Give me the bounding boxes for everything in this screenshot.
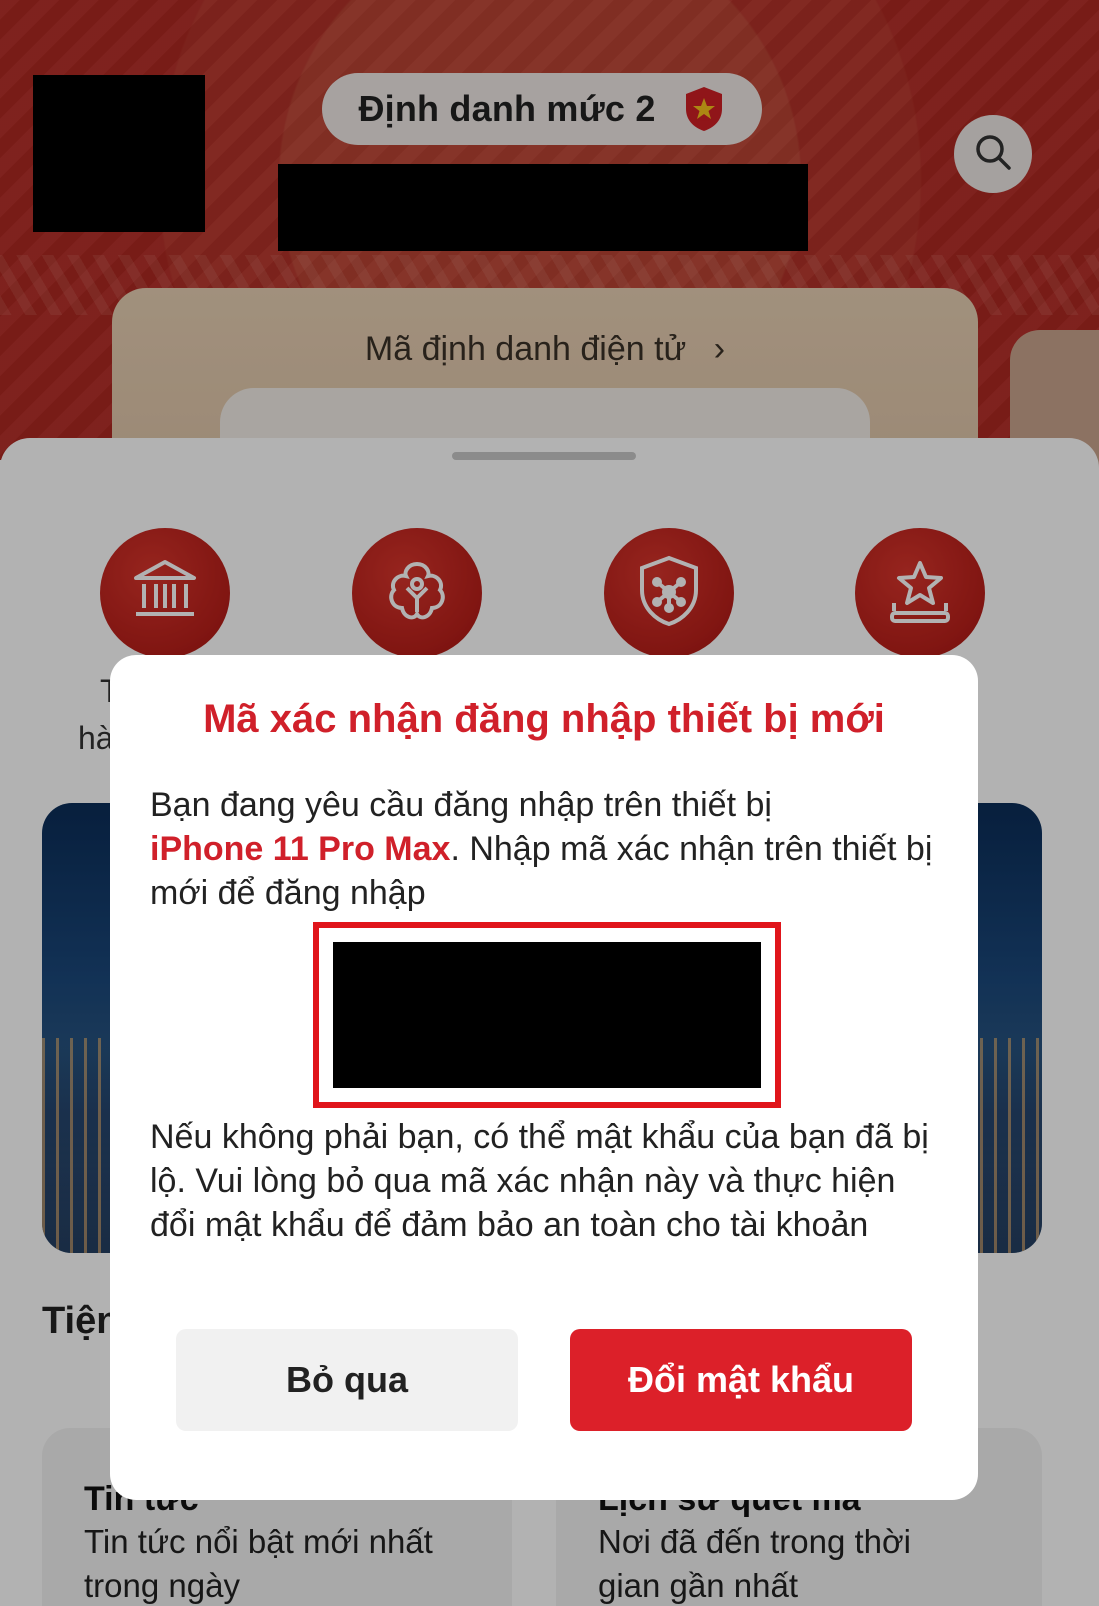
redacted-verification-code (333, 942, 761, 1088)
app-screen: Định danh mức 2 Mã định danh điện tử › h… (0, 0, 1099, 1606)
device-name: iPhone 11 Pro Max (150, 830, 451, 868)
skip-button[interactable]: Bỏ qua (176, 1329, 518, 1431)
verification-code-highlight (313, 922, 781, 1108)
change-password-button[interactable]: Đổi mật khẩu (570, 1329, 912, 1431)
dialog-message: Bạn đang yêu cầu đăng nhập trên thiết bị… (150, 783, 940, 915)
dialog-title: Mã xác nhận đăng nhập thiết bị mới (203, 697, 885, 741)
new-device-login-dialog: Mã xác nhận đăng nhập thiết bị mới Bạn đ… (110, 655, 978, 1500)
dialog-message-prefix: Bạn đang yêu cầu đăng nhập trên thiết bị (150, 786, 772, 824)
dialog-warning: Nếu không phải bạn, có thể mật khẩu của … (150, 1118, 929, 1244)
